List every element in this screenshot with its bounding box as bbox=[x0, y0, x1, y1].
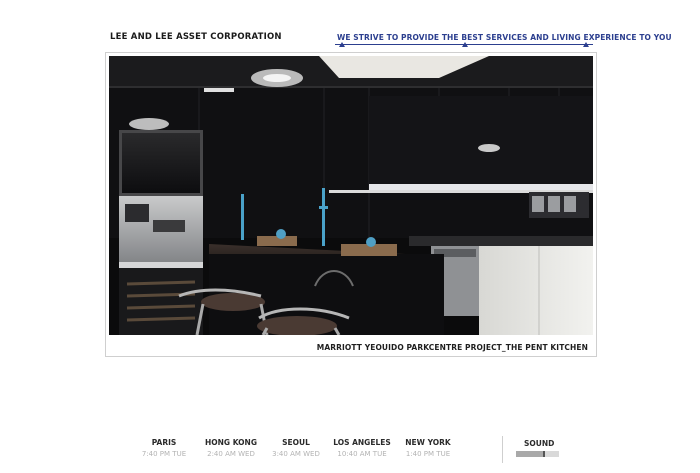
clock-new-york: NEW YORK 1:40 PM TUE bbox=[393, 438, 463, 458]
city-name: LOS ANGELES bbox=[333, 438, 391, 447]
kitchen-photo-illustration bbox=[109, 56, 593, 335]
nav-marker-icon[interactable] bbox=[462, 42, 468, 47]
city-name: SEOUL bbox=[282, 438, 310, 447]
city-time: 1:40 PM TUE bbox=[405, 450, 451, 458]
city-name: PARIS bbox=[151, 438, 177, 447]
nav-marker-icon[interactable] bbox=[583, 42, 589, 47]
world-clocks: PARIS 7:40 PM TUE HONG KONG 2:40 AM WED … bbox=[140, 438, 460, 462]
sound-slider-handle[interactable] bbox=[543, 451, 545, 457]
tagline: WE STRIVE TO PROVIDE THE BEST SERVICES A… bbox=[337, 33, 672, 42]
sound-label: SOUND bbox=[524, 439, 555, 448]
city-time: 7:40 PM TUE bbox=[141, 450, 187, 458]
brand-name: LEE AND LEE ASSET CORPORATION bbox=[110, 32, 282, 42]
clock-hong-kong: HONG KONG 2:40 AM WED bbox=[196, 438, 266, 458]
photo-caption: MARRIOTT YEOUIDO PARKCENTRE PROJECT_THE … bbox=[316, 343, 588, 352]
nav-marker-icon[interactable] bbox=[339, 42, 345, 47]
sound-level-fill bbox=[516, 451, 544, 457]
footer-divider bbox=[502, 436, 503, 463]
city-name: HONG KONG bbox=[205, 438, 257, 447]
clock-los-angeles: LOS ANGELES 10:40 AM TUE bbox=[327, 438, 397, 458]
city-time: 3:40 AM WED bbox=[272, 450, 320, 458]
city-time: 10:40 AM TUE bbox=[337, 450, 387, 458]
sound-slider[interactable] bbox=[516, 451, 559, 457]
clock-seoul: SEOUL 3:40 AM WED bbox=[261, 438, 331, 458]
city-time: 2:40 AM WED bbox=[207, 450, 255, 458]
gallery-frame: MARRIOTT YEOUIDO PARKCENTRE PROJECT_THE … bbox=[105, 52, 597, 357]
clock-paris: PARIS 7:40 PM TUE bbox=[129, 438, 199, 458]
city-name: NEW YORK bbox=[405, 438, 451, 447]
kitchen-photo[interactable] bbox=[109, 56, 593, 335]
